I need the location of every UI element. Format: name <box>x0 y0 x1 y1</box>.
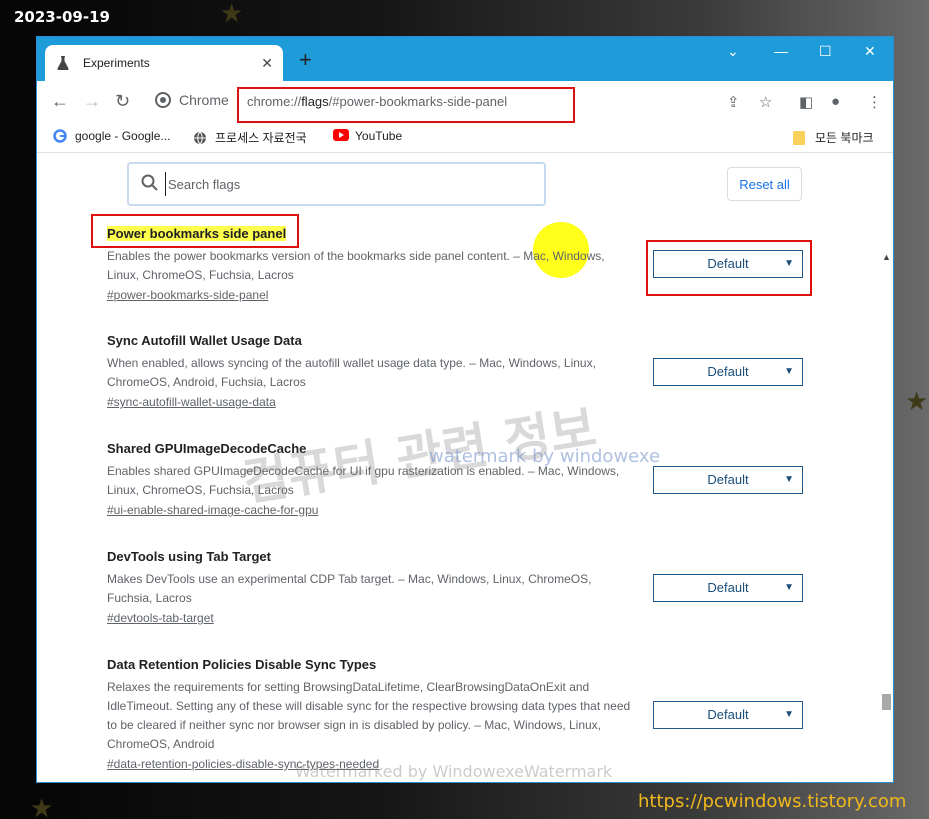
chevron-down-icon: ▼ <box>784 474 794 485</box>
share-icon[interactable]: ⇪ <box>727 93 740 111</box>
tab-title: Experiments <box>83 56 150 70</box>
youtube-icon <box>333 129 349 143</box>
flag-item: Power bookmarks side panel Enables the p… <box>107 225 637 304</box>
bookmark-label: 프로세스 자료전국 <box>215 131 307 145</box>
select-value: Default <box>707 364 749 379</box>
flag-link[interactable]: #devtools-tab-target <box>107 611 214 625</box>
flask-icon <box>55 55 71 71</box>
flag-title: Sync Autofill Wallet Usage Data <box>107 333 302 348</box>
profile-icon[interactable]: ● <box>831 93 840 110</box>
flag-description: When enabled, allows syncing of the auto… <box>107 356 596 389</box>
select-value: Default <box>707 472 749 487</box>
search-icon <box>141 174 159 192</box>
search-box <box>127 162 546 206</box>
select-value: Default <box>707 256 749 271</box>
toolbar: ← → ↻ Chrome chrome://flags/#power-bookm… <box>37 81 893 123</box>
address-bar[interactable]: chrome://flags/#power-bookmarks-side-pan… <box>247 94 507 109</box>
bookmark-youtube[interactable]: YouTube <box>333 129 402 143</box>
flag-link[interactable]: #power-bookmarks-side-panel <box>107 288 268 302</box>
star-decoration-icon: ★ <box>30 793 54 819</box>
flag-select[interactable]: Default ▼ <box>653 466 803 494</box>
back-arrow-icon[interactable]: ← <box>51 91 69 112</box>
chevron-down-icon: ▼ <box>784 709 794 720</box>
url-scheme: chrome:// <box>247 94 302 109</box>
bookmark-label: 모든 북마크 <box>815 131 874 145</box>
folder-icon <box>793 130 807 145</box>
star-decoration-icon: ★ <box>220 0 244 28</box>
chevron-down-icon: ▼ <box>784 582 794 593</box>
flag-item: Data Retention Policies Disable Sync Typ… <box>107 657 637 773</box>
reload-icon[interactable]: ↻ <box>115 91 130 112</box>
star-decoration-icon: ★ <box>905 386 929 416</box>
bottom-watermark: Watermarked by WindowexeWatermark <box>295 762 613 781</box>
bookmark-label: YouTube <box>355 129 403 143</box>
watermark-text: watermark by windowexe <box>429 446 661 467</box>
flag-description: Makes DevTools use an experimental CDP T… <box>107 572 592 605</box>
flag-select[interactable]: Default ▼ <box>653 574 803 602</box>
tab-experiments[interactable]: Experiments ✕ <box>45 45 283 81</box>
chevron-down-icon: ▼ <box>784 258 794 269</box>
select-value: Default <box>707 580 749 595</box>
bookmark-all-folder[interactable]: 모든 북마크 <box>793 129 874 146</box>
minimize-button[interactable]: — <box>774 43 788 59</box>
close-icon[interactable]: ✕ <box>261 55 273 72</box>
flag-select[interactable]: Default ▼ <box>653 701 803 729</box>
flag-link[interactable]: #sync-autofill-wallet-usage-data <box>107 395 276 409</box>
reset-all-button[interactable]: Reset all <box>727 167 802 201</box>
flag-title: Power bookmarks side panel <box>107 226 287 241</box>
browser-window: Experiments ✕ + ⌄ — ☐ ✕ ← → ↻ Chrome chr… <box>36 36 894 783</box>
maximize-button[interactable]: ☐ <box>819 43 832 60</box>
date-stamp: 2023-09-19 <box>14 8 110 26</box>
flag-item: DevTools using Tab Target Makes DevTools… <box>107 549 637 627</box>
chrome-logo-icon <box>155 92 171 108</box>
star-bookmark-icon[interactable]: ☆ <box>759 93 772 111</box>
scrollbar[interactable]: ▲ ▼ <box>879 154 893 782</box>
site-info-chip[interactable]: Chrome <box>155 92 229 108</box>
flags-page: Reset all Power bookmarks side panel Ena… <box>37 154 893 782</box>
google-icon <box>53 129 67 143</box>
new-tab-button[interactable]: + <box>299 49 312 71</box>
bookmarks-bar: google - Google... 프로세스 자료전국 YouTube 모든 … <box>37 123 893 153</box>
side-panel-icon[interactable]: ◧ <box>799 93 813 111</box>
bookmark-process[interactable]: 프로세스 자료전국 <box>193 129 307 146</box>
flag-select[interactable]: Default ▼ <box>653 358 803 386</box>
flag-title: DevTools using Tab Target <box>107 549 271 564</box>
tab-search-icon[interactable]: ⌄ <box>727 43 739 60</box>
bookmark-label: google - Google... <box>75 129 171 143</box>
chrome-label: Chrome <box>179 92 229 108</box>
flag-title: Data Retention Policies Disable Sync Typ… <box>107 657 377 672</box>
scrollbar-thumb[interactable] <box>882 694 891 710</box>
url-host: flags <box>301 94 329 109</box>
flag-description: Enables the power bookmarks version of t… <box>107 249 605 282</box>
flag-description: Relaxes the requirements for setting Bro… <box>107 680 631 751</box>
url-path: /#power-bookmarks-side-panel <box>328 94 508 109</box>
select-value: Default <box>707 707 749 722</box>
globe-icon <box>193 131 207 145</box>
menu-icon[interactable]: ⋮ <box>867 93 882 111</box>
site-url: https://pcwindows.tistory.com <box>638 791 907 812</box>
close-window-button[interactable]: ✕ <box>864 43 876 60</box>
search-input[interactable] <box>165 172 535 196</box>
tab-strip: Experiments ✕ + ⌄ — ☐ ✕ <box>37 37 893 81</box>
chevron-down-icon: ▼ <box>784 366 794 377</box>
flag-select[interactable]: Default ▼ <box>653 250 803 278</box>
forward-arrow-icon[interactable]: → <box>83 91 101 112</box>
scroll-up-icon[interactable]: ▲ <box>882 252 891 262</box>
bookmark-google[interactable]: google - Google... <box>53 129 170 143</box>
